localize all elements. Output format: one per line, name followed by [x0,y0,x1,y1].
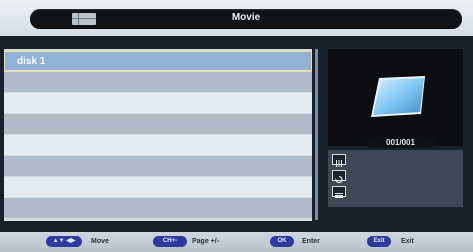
list-scrollbar[interactable] [315,49,318,220]
columns-icon [332,154,346,167]
info-panel [328,150,463,207]
list-item-empty[interactable] [4,114,312,134]
enter-hint: Enter [302,238,320,245]
list-item-label: disk 1 [17,56,46,67]
move-hint: Move [91,238,109,245]
page-title: Movie [231,12,261,23]
ok-key-button[interactable]: OK [270,236,294,247]
menu-icon [332,186,346,198]
page-counter: 001/001 [366,137,435,148]
page-hint: Page +/- [192,238,220,245]
list-item-empty[interactable] [4,156,312,176]
list-item-empty[interactable] [4,135,312,155]
list-item-selected[interactable]: disk 1 [4,51,312,71]
exit-key-button[interactable]: Exit [367,236,391,247]
list-item-empty[interactable] [4,93,312,113]
list-item-empty[interactable] [4,177,312,197]
title-pill: Movie [30,9,462,29]
move-key-button[interactable]: ▲▼ ◀▶ [46,236,82,247]
title-bar: Movie [0,0,473,36]
preview-panel [328,49,463,146]
list-item-empty[interactable] [4,72,312,92]
exit-hint: Exit [401,238,414,245]
list-item-empty[interactable] [4,198,312,218]
media-player-screen: Movie disk 1 001/001 ▲▼ ◀▶ Move CH+- Pag… [0,0,473,252]
file-list: disk 1 [4,49,312,221]
repeat-icon [332,170,346,184]
content-area: disk 1 001/001 [0,36,473,232]
folder-icon [369,76,427,123]
help-bar: ▲▼ ◀▶ Move CH+- Page +/- OK Enter Exit E… [0,232,473,252]
page-key-button[interactable]: CH+- [153,236,187,247]
